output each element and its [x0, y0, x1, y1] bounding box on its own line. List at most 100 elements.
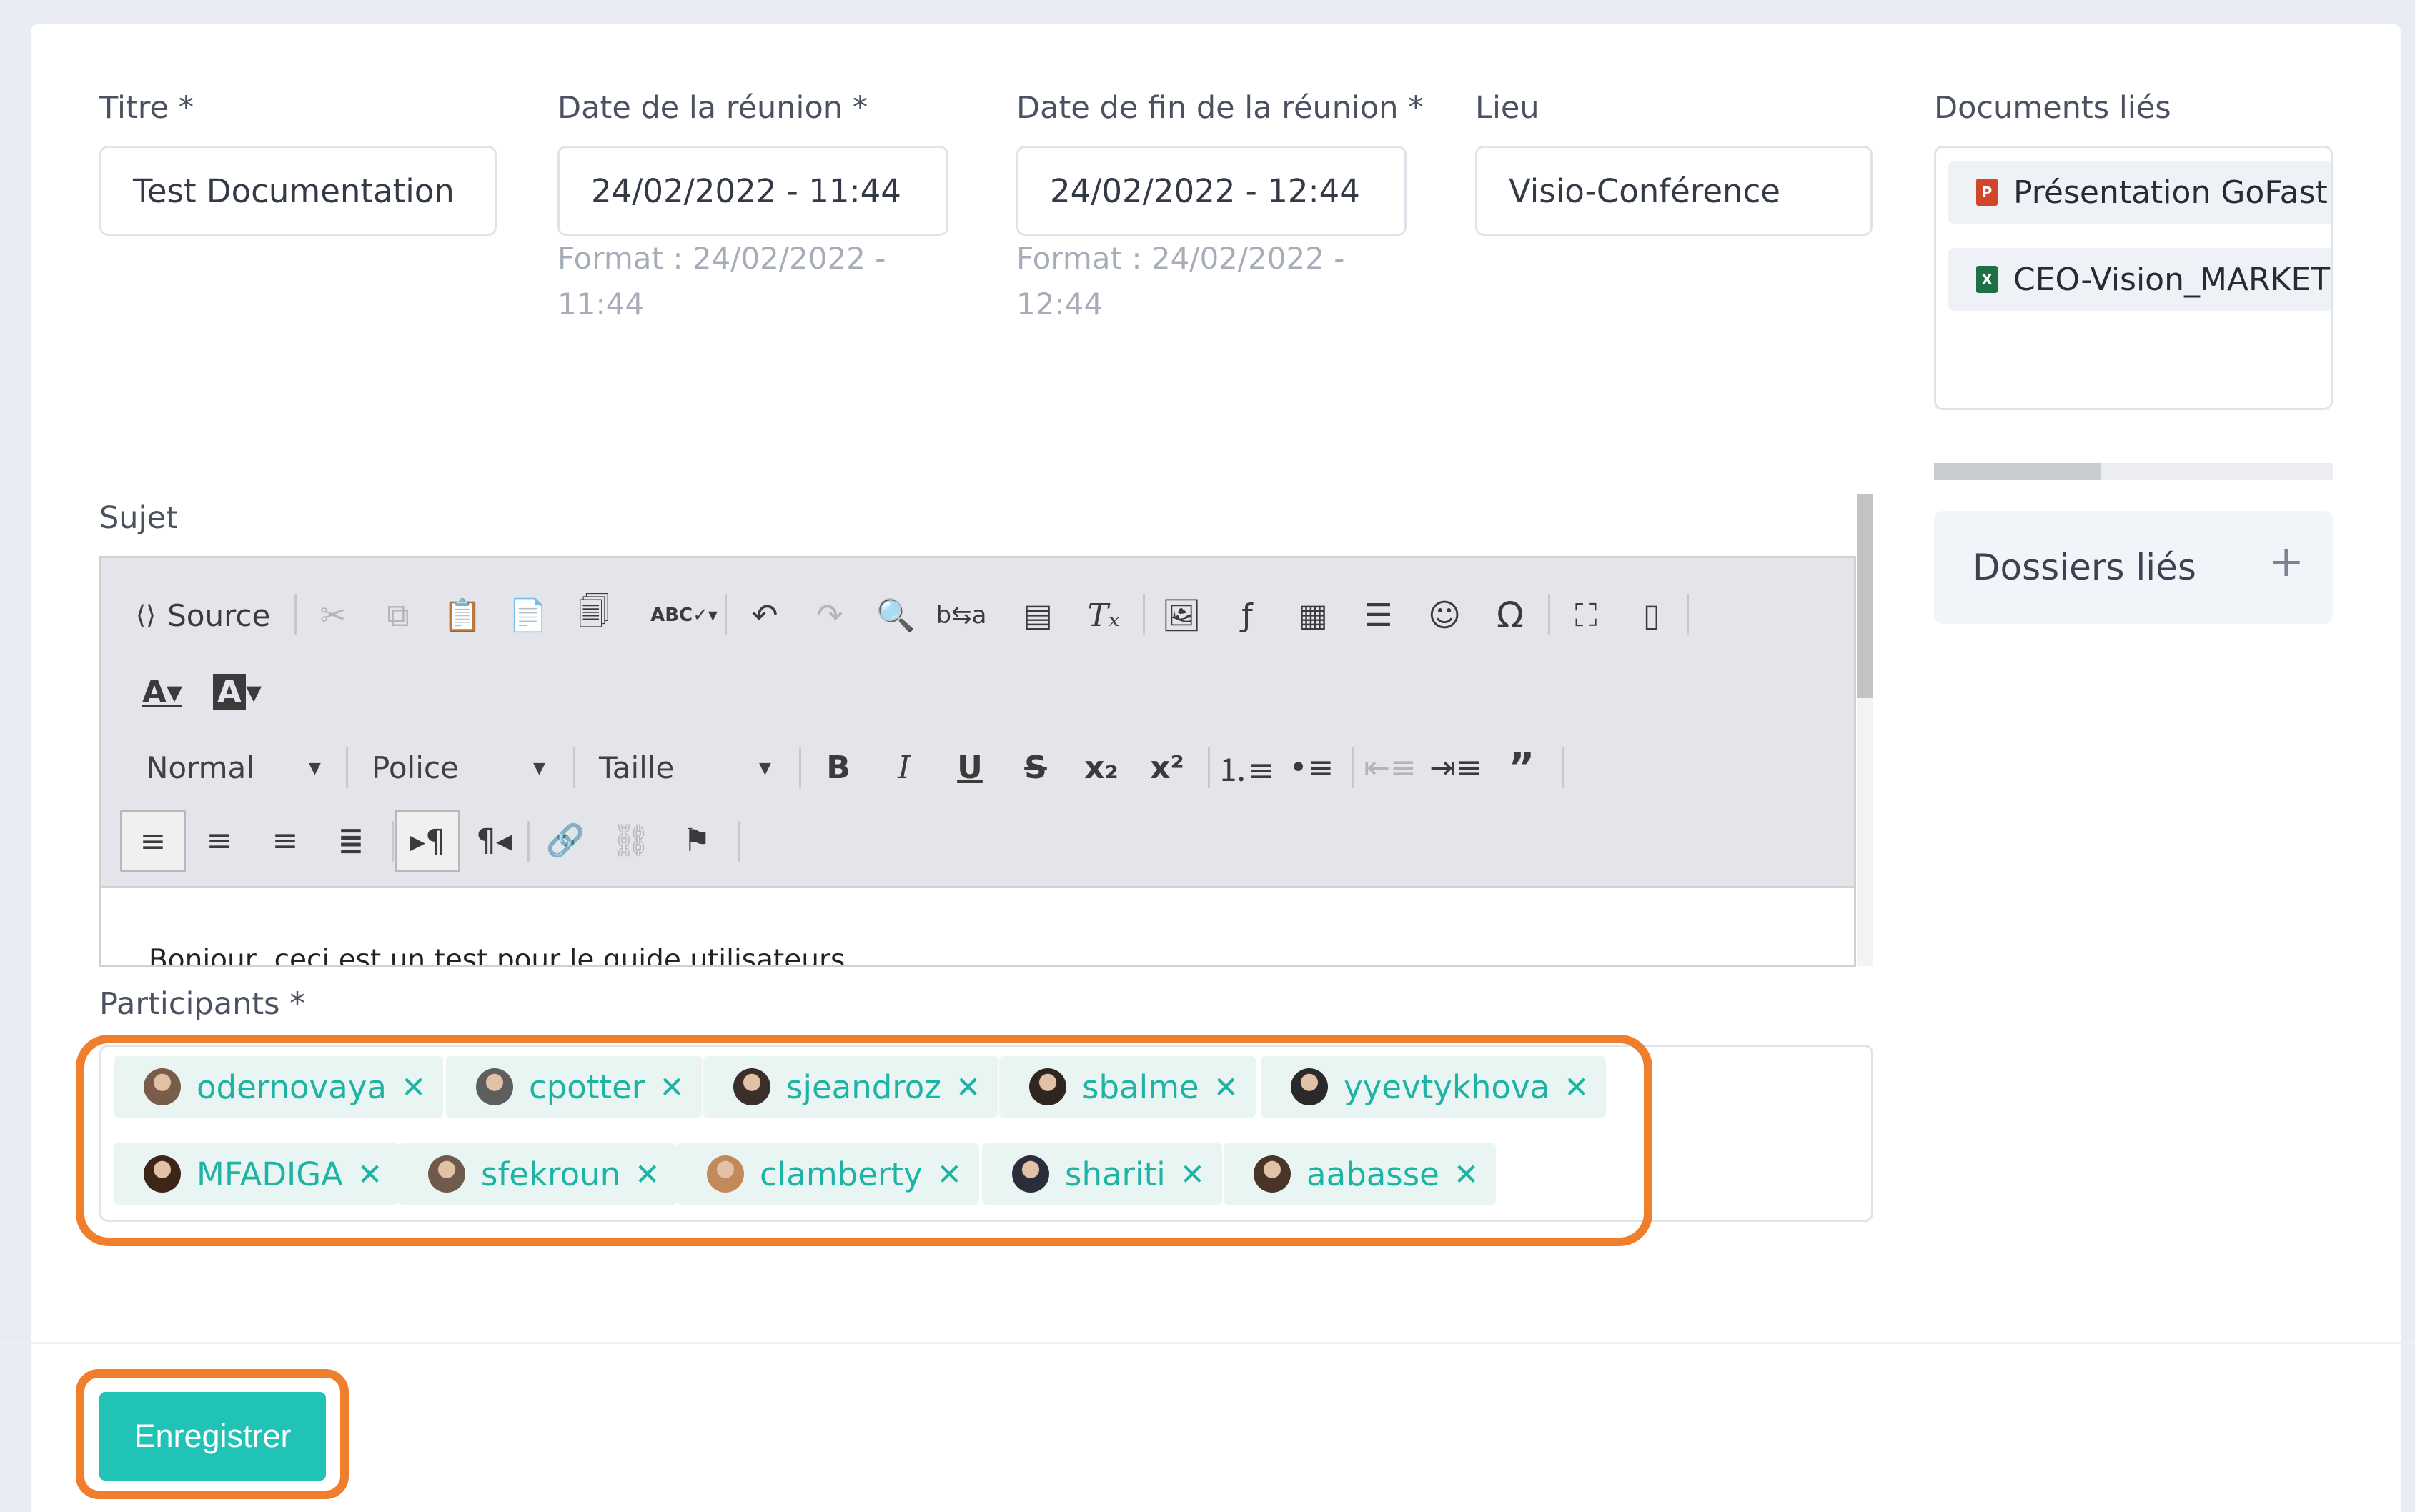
- undo-icon[interactable]: ↶: [740, 590, 790, 640]
- anchor-flag-icon[interactable]: ⚑: [672, 815, 722, 865]
- editor-scrollbar[interactable]: [1857, 494, 1873, 966]
- background-color-icon[interactable]: A ▾: [202, 667, 273, 717]
- editor-scrollbar-thumb[interactable]: [1857, 494, 1873, 698]
- documents-scrollbar-thumb[interactable]: [1934, 463, 2102, 480]
- save-button[interactable]: Enregistrer: [99, 1392, 326, 1481]
- paste-icon[interactable]: 📋: [437, 590, 487, 640]
- remove-participant-icon[interactable]: ✕: [1180, 1157, 1205, 1192]
- link-icon[interactable]: 🔗: [540, 815, 590, 865]
- add-dossier-icon[interactable]: +: [2268, 537, 2304, 587]
- participant-chip[interactable]: sfekroun ✕: [398, 1143, 678, 1205]
- participant-chip[interactable]: yyevtykhova ✕: [1261, 1056, 1607, 1118]
- participant-chip[interactable]: sbalme ✕: [999, 1056, 1256, 1118]
- participant-name: cpotter: [529, 1068, 645, 1106]
- participant-chip[interactable]: odernovaya ✕: [114, 1056, 444, 1118]
- participant-name: odernovaya: [197, 1068, 387, 1106]
- blockquote-icon[interactable]: ”: [1497, 742, 1547, 792]
- avatar: [144, 1155, 181, 1193]
- participants-label: Participants *: [99, 986, 305, 1022]
- titre-input[interactable]: Test Documentation: [99, 146, 497, 236]
- participant-chip[interactable]: aabasse ✕: [1224, 1143, 1497, 1205]
- spellcheck-icon[interactable]: ABC✓▾: [650, 590, 718, 640]
- remove-participant-icon[interactable]: ✕: [1564, 1070, 1589, 1105]
- editor-content[interactable]: Bonjour, ceci est un test pour le guide …: [149, 944, 845, 965]
- redo-icon[interactable]: ↷: [805, 590, 855, 640]
- participant-chip[interactable]: sjeandroz ✕: [703, 1056, 998, 1118]
- participant-name: MFADIGA: [197, 1155, 343, 1193]
- table-icon[interactable]: ▦: [1288, 590, 1338, 640]
- flash-icon[interactable]: ƒ: [1222, 590, 1272, 640]
- italic-icon[interactable]: I: [879, 742, 929, 792]
- unlink-icon[interactable]: ⛓: [606, 815, 656, 865]
- remove-participant-icon[interactable]: ✕: [635, 1157, 660, 1192]
- participant-chip[interactable]: shariti ✕: [982, 1143, 1222, 1205]
- find-icon[interactable]: 🔍: [871, 590, 921, 640]
- replace-icon[interactable]: b⇆a: [936, 590, 987, 640]
- image-icon[interactable]: 🖼: [1156, 590, 1206, 640]
- documents-scrollbar[interactable]: [1934, 463, 2333, 480]
- participant-name: sbalme: [1082, 1068, 1199, 1106]
- paste-text-icon[interactable]: 📄: [503, 590, 553, 640]
- align-justify-icon[interactable]: ≣: [326, 815, 376, 865]
- special-char-icon[interactable]: Ω: [1485, 590, 1535, 640]
- subscript-icon[interactable]: x₂: [1076, 742, 1126, 792]
- align-right-icon[interactable]: ≡: [260, 815, 310, 865]
- date-debut-input[interactable]: 24/02/2022 - 11:44: [557, 146, 948, 236]
- remove-participant-icon[interactable]: ✕: [401, 1070, 426, 1105]
- documents-box: P Présentation GoFast / X CEO-Vision_MAR…: [1934, 146, 2333, 410]
- text-color-icon[interactable]: A▾: [130, 667, 194, 717]
- participant-name: shariti: [1065, 1155, 1166, 1193]
- cut-icon[interactable]: ✂: [308, 590, 358, 640]
- source-label: Source: [167, 597, 271, 633]
- maximize-icon[interactable]: ⛶: [1561, 590, 1611, 640]
- show-blocks-icon[interactable]: ▯: [1627, 590, 1677, 640]
- remove-participant-icon[interactable]: ✕: [956, 1070, 981, 1105]
- superscript-icon[interactable]: x²: [1142, 742, 1192, 792]
- format-select[interactable]: Normal: [146, 742, 332, 792]
- remove-participant-icon[interactable]: ✕: [357, 1157, 382, 1192]
- copy-icon[interactable]: ⧉: [373, 590, 423, 640]
- underline-icon[interactable]: U: [945, 742, 995, 792]
- toolbar-separator: [527, 821, 530, 862]
- size-select[interactable]: Taille: [599, 742, 813, 792]
- outdent-icon[interactable]: ⇤≡: [1364, 742, 1417, 792]
- remove-participant-icon[interactable]: ✕: [1214, 1070, 1239, 1105]
- bold-icon[interactable]: B: [813, 742, 863, 792]
- strikethrough-icon[interactable]: S: [1011, 742, 1061, 792]
- document-item[interactable]: P Présentation GoFast /: [1948, 161, 2331, 224]
- size-select-value: Taille: [599, 750, 675, 785]
- format-dropdown-icon: ▼: [309, 760, 321, 777]
- toolbar-separator: [1687, 594, 1689, 635]
- remove-participant-icon[interactable]: ✕: [1454, 1157, 1479, 1192]
- numbered-list-icon[interactable]: ⒈≡: [1217, 742, 1275, 792]
- document-item[interactable]: X CEO-Vision_MARKETI: [1948, 248, 2331, 311]
- bulleted-list-icon[interactable]: •≡: [1286, 742, 1337, 792]
- ltr-direction-icon[interactable]: ▸¶: [395, 810, 460, 872]
- avatar: [707, 1155, 744, 1193]
- date-fin-hint-line2: 12:44: [1016, 287, 1104, 322]
- date-fin-input[interactable]: 24/02/2022 - 12:44: [1016, 146, 1407, 236]
- participant-chip[interactable]: cpotter ✕: [446, 1056, 702, 1118]
- toolbar-separator: [799, 747, 801, 788]
- participant-chip[interactable]: MFADIGA ✕: [114, 1143, 400, 1205]
- dossiers-lies-panel: Dossiers liés +: [1934, 511, 2333, 624]
- align-left-icon[interactable]: ≡: [120, 810, 186, 872]
- select-all-icon[interactable]: ▤: [1013, 590, 1063, 640]
- align-center-icon[interactable]: ≡: [194, 815, 244, 865]
- dossiers-lies-title: Dossiers liés: [1973, 547, 2196, 588]
- indent-icon[interactable]: ⇥≡: [1429, 742, 1482, 792]
- remove-format-icon[interactable]: Tₓ: [1078, 590, 1129, 640]
- date-fin-hint-line1: Format : 24/02/2022 -: [1016, 241, 1345, 276]
- smiley-icon[interactable]: ☺: [1419, 590, 1469, 640]
- rtl-direction-icon[interactable]: ¶◂: [469, 815, 519, 865]
- source-button[interactable]: ⟨⟩ Source: [136, 590, 286, 640]
- remove-participant-icon[interactable]: ✕: [659, 1070, 684, 1105]
- size-dropdown-icon: ▼: [759, 760, 771, 777]
- format-select-value: Normal: [146, 750, 254, 785]
- horizontal-rule-icon[interactable]: ☰: [1354, 590, 1404, 640]
- participant-chip[interactable]: clamberty ✕: [677, 1143, 979, 1205]
- rich-text-editor: ⟨⟩ Source ✂ ⧉ 📋 📄 🗐 ABC✓▾ ↶ ↷ 🔍 b⇆a ▤ Tₓ…: [99, 556, 1856, 967]
- remove-participant-icon[interactable]: ✕: [937, 1157, 962, 1192]
- paste-word-icon[interactable]: 🗐: [569, 590, 619, 640]
- lieu-input[interactable]: Visio-Conférence: [1475, 146, 1873, 236]
